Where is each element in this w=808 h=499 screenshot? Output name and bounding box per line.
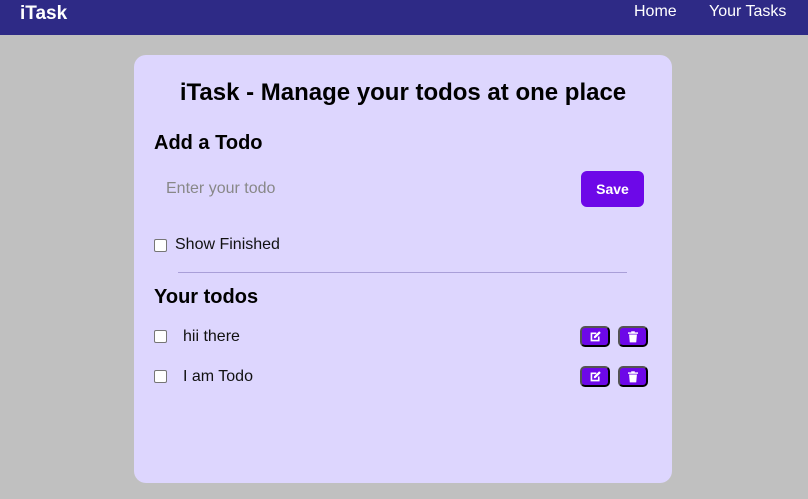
nav-link-home[interactable]: Home: [634, 3, 677, 21]
your-todos-heading: Your todos: [154, 286, 259, 308]
edit-button[interactable]: [580, 366, 610, 387]
navbar: iTask Home Your Tasks: [0, 0, 808, 35]
edit-icon: [590, 371, 601, 382]
todo-checkbox[interactable]: [154, 330, 167, 343]
edit-button[interactable]: [580, 326, 610, 347]
edit-icon: [590, 331, 601, 342]
todo-item: hii there: [154, 326, 648, 348]
todo-item: I am Todo: [154, 366, 648, 388]
delete-button[interactable]: [618, 326, 648, 347]
delete-button[interactable]: [618, 366, 648, 387]
todo-text: I am Todo: [183, 368, 253, 385]
page-title: iTask - Manage your todos at one place: [179, 79, 627, 106]
trash-icon: [628, 370, 638, 382]
trash-icon: [628, 330, 638, 342]
brand-logo[interactable]: iTask: [20, 4, 67, 24]
todo-text: hii there: [183, 328, 240, 345]
todo-card: iTask - Manage your todos at one place A…: [134, 55, 672, 483]
save-button[interactable]: Save: [581, 171, 644, 207]
divider: [178, 272, 627, 273]
todo-checkbox[interactable]: [154, 370, 167, 383]
add-todo-heading: Add a Todo: [154, 132, 263, 154]
todo-input[interactable]: [154, 172, 574, 206]
show-finished-toggle[interactable]: Show Finished: [154, 236, 280, 254]
show-finished-label: Show Finished: [175, 236, 280, 253]
nav-link-your-tasks[interactable]: Your Tasks: [709, 3, 786, 21]
show-finished-checkbox[interactable]: [154, 238, 167, 252]
